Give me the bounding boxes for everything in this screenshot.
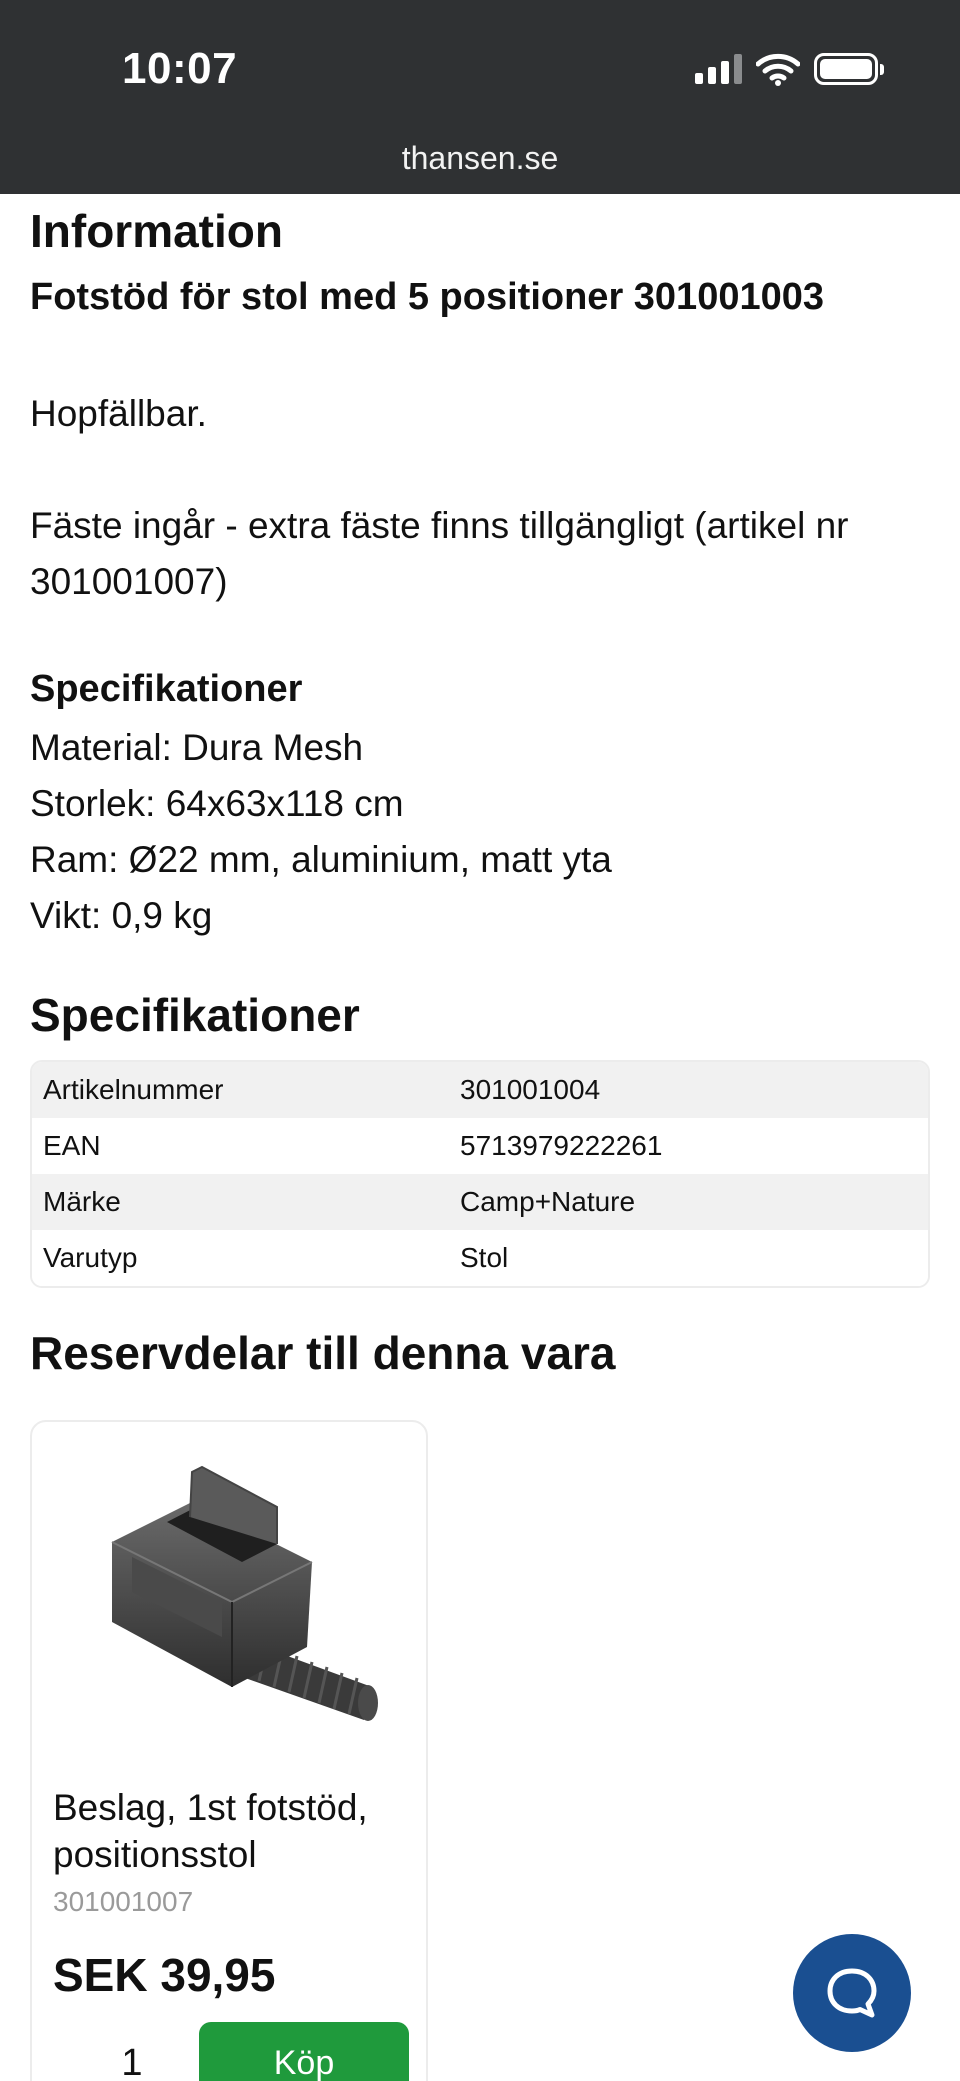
- spec-key: EAN: [43, 1130, 101, 1161]
- table-row: Märke Camp+Nature: [32, 1174, 928, 1230]
- spec-key: Varutyp: [43, 1242, 138, 1273]
- table-row: Varutyp Stol: [32, 1230, 928, 1286]
- spare-part-sku: 301001007: [53, 1886, 194, 1917]
- spec-line-weight: Vikt: 0,9 kg: [30, 895, 213, 936]
- wifi-icon: [756, 53, 800, 86]
- description-spec-list: Material: Dura Mesh Storlek: 64x63x118 c…: [30, 720, 612, 944]
- product-title: Fotstöd för stol med 5 positioner 301001…: [30, 276, 824, 318]
- spare-part-price: SEK 39,95: [53, 1949, 276, 2001]
- spec-line-material: Material: Dura Mesh: [30, 727, 364, 768]
- spare-part-title[interactable]: Beslag, 1st fotstöd, positionsstol: [53, 1784, 413, 1878]
- information-heading: Information: [30, 205, 283, 257]
- spec-value: 5713979222261: [460, 1130, 663, 1161]
- specifications-table: Artikelnummer 301001004 EAN 571397922226…: [30, 1060, 930, 1288]
- buy-button[interactable]: Köp: [199, 2022, 409, 2081]
- description-spec-heading: Specifikationer: [30, 668, 303, 710]
- chat-bubble-icon: [827, 1968, 877, 2018]
- battery-icon: [814, 53, 884, 85]
- cellular-signal-icon: [695, 54, 742, 84]
- specifications-heading: Specifikationer: [30, 989, 360, 1041]
- status-time: 10:07: [122, 44, 238, 93]
- spec-value: 301001004: [460, 1074, 601, 1105]
- browser-url[interactable]: thansen.se: [0, 140, 960, 177]
- spec-value: Camp+Nature: [460, 1186, 636, 1217]
- spare-parts-heading: Reservdelar till denna vara: [30, 1327, 616, 1379]
- table-row: Artikelnummer 301001004: [32, 1062, 928, 1118]
- product-image[interactable]: [72, 1462, 392, 1762]
- status-bar: 10:07 thansen.se: [0, 0, 960, 194]
- spec-key: Artikelnummer: [43, 1074, 224, 1105]
- spec-line-frame: Ram: Ø22 mm, aluminium, matt yta: [30, 839, 612, 880]
- spec-key: Märke: [43, 1186, 121, 1217]
- spec-value: Stol: [460, 1242, 509, 1273]
- spare-part-card[interactable]: Beslag, 1st fotstöd, positionsstol 30100…: [30, 1420, 428, 2081]
- chat-button[interactable]: [793, 1934, 911, 2052]
- status-icons: [695, 52, 884, 86]
- description-foldable: Hopfällbar.: [30, 393, 207, 434]
- spec-line-size: Storlek: 64x63x118 cm: [30, 783, 404, 824]
- quantity-input[interactable]: 1: [92, 2042, 172, 2081]
- description-mount: Fäste ingår - extra fäste finns tillgäng…: [30, 505, 849, 602]
- table-row: EAN 5713979222261: [32, 1118, 928, 1174]
